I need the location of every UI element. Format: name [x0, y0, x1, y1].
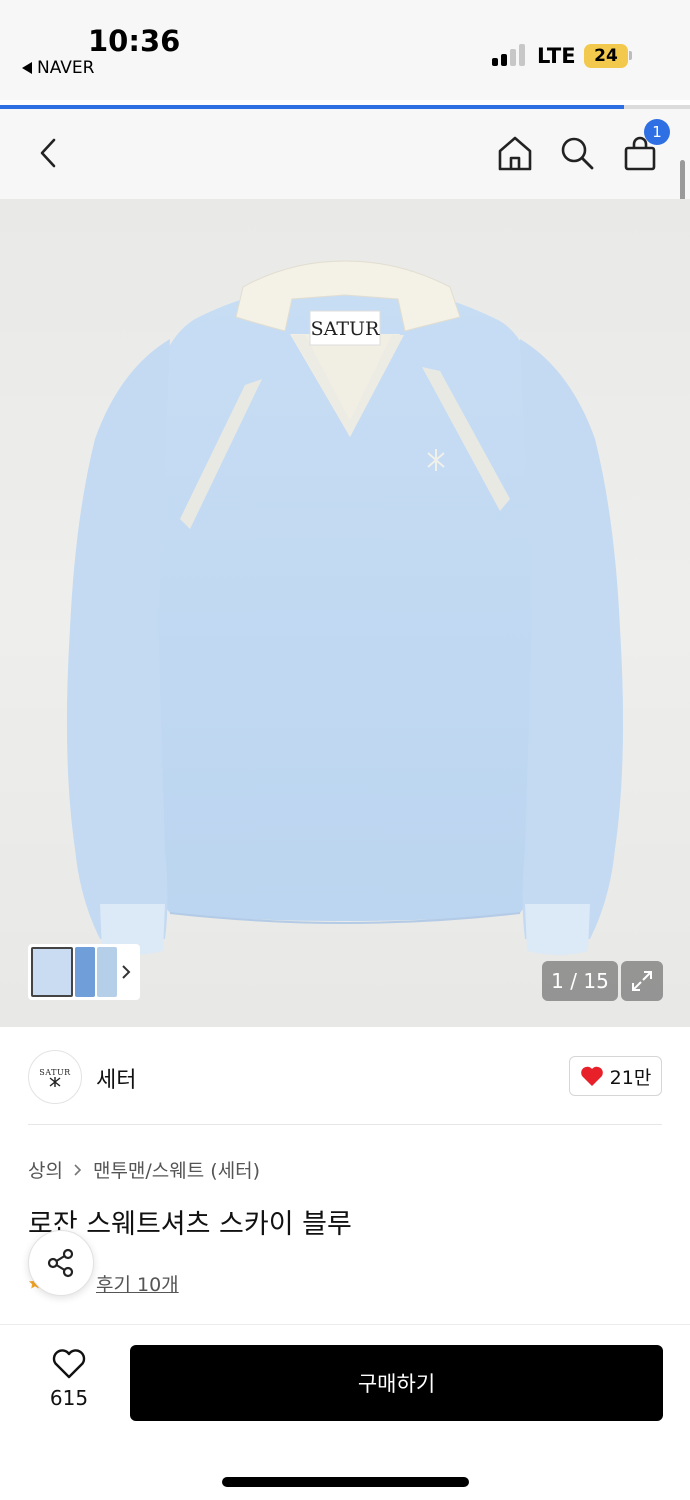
thumbnail-strip[interactable] — [28, 944, 140, 1000]
chevron-left-icon — [40, 138, 56, 168]
brand-logo[interactable]: SATUR — [28, 1050, 82, 1104]
expand-button[interactable] — [621, 961, 663, 1001]
search-icon — [561, 137, 594, 170]
battery-tip — [629, 51, 632, 60]
brand-logo-text: SATUR — [39, 1067, 71, 1077]
home-indicator — [222, 1477, 469, 1487]
product-photo: SATUR — [66, 260, 624, 955]
buy-button[interactable]: 구매하기 — [130, 1345, 663, 1421]
signal-bars-icon — [492, 44, 525, 66]
image-counter: 1 / 15 — [542, 961, 618, 1001]
top-nav: 1 — [0, 109, 690, 199]
share-icon — [47, 1248, 74, 1278]
back-to-app-link[interactable]: NAVER — [22, 58, 94, 78]
back-button[interactable] — [26, 131, 70, 175]
heart-outline-icon — [52, 1349, 86, 1379]
brand-like-count: 21만 — [609, 1066, 652, 1089]
brand-name[interactable]: 세터 — [96, 1062, 136, 1094]
status-bar: 10:36 NAVER LTE 24 — [0, 0, 690, 109]
back-app-label: NAVER — [37, 58, 95, 78]
expand-icon — [632, 971, 652, 991]
breadcrumb: 상의 맨투맨/스웨트 (세터) — [28, 1156, 260, 1183]
network-type: LTE — [537, 44, 576, 68]
breadcrumb-item-category[interactable]: 맨투맨/스웨트 (세터) — [93, 1156, 260, 1183]
thumbnail-1[interactable] — [31, 947, 73, 997]
chevron-right-icon — [122, 965, 131, 979]
search-button[interactable] — [555, 131, 599, 175]
breadcrumb-item-top[interactable]: 상의 — [28, 1156, 63, 1183]
share-button[interactable] — [28, 1230, 94, 1296]
brand-like-button[interactable]: 21만 — [569, 1056, 662, 1096]
garment-label-text: SATUR — [311, 318, 380, 340]
wishlist-count: 615 — [49, 1386, 89, 1410]
status-time: 10:36 — [88, 24, 181, 58]
cart-count-badge: 1 — [644, 119, 670, 145]
home-icon — [498, 136, 532, 171]
wishlist-button[interactable]: 615 — [40, 1348, 98, 1410]
breadcrumb-chevron-icon — [74, 1163, 82, 1176]
review-link[interactable]: 후기 10개 — [96, 1270, 179, 1297]
thumbnail-3[interactable] — [97, 947, 117, 997]
divider — [28, 1124, 662, 1125]
home-button[interactable] — [493, 131, 537, 175]
back-triangle-icon — [22, 62, 32, 74]
product-image-gallery[interactable]: SATUR 1 / 15 — [0, 199, 690, 1027]
brand-mark-icon — [49, 1076, 61, 1087]
thumbnail-2[interactable] — [75, 947, 95, 997]
battery-icon: 24 — [584, 44, 628, 68]
cart-button[interactable]: 1 — [618, 119, 670, 175]
heart-filled-icon — [580, 1066, 603, 1086]
